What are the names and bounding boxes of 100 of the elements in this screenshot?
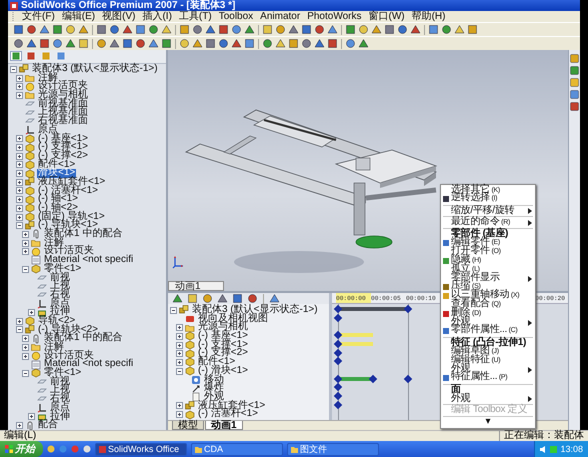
menu-item[interactable]: Toolbox (218, 11, 254, 22)
tree-item[interactable]: 右视 (49, 290, 71, 300)
menu-item[interactable]: 视图(V) (102, 11, 136, 22)
tree-item[interactable]: 视向及相机视图 (197, 314, 269, 324)
expand-toggle[interactable] (10, 66, 17, 73)
square-tool-icon[interactable] (161, 38, 172, 49)
square-tool-icon[interactable] (384, 24, 395, 35)
tree-item[interactable]: 注解 (37, 74, 59, 82)
expand-toggle[interactable] (176, 402, 183, 410)
tree-item[interactable]: 前视基准面 (37, 100, 89, 108)
expand-toggle[interactable] (16, 74, 23, 82)
triangle-tool-icon[interactable] (231, 38, 242, 49)
triangle-tool-icon[interactable] (327, 24, 338, 35)
triangle-tool-icon[interactable] (314, 38, 325, 49)
menu-item[interactable]: 文件(F) (22, 11, 55, 22)
menu-item[interactable]: 缩放/平移/旋转 (441, 206, 535, 216)
square-tool-icon[interactable] (52, 24, 63, 35)
panel-tab[interactable] (10, 51, 22, 61)
round-tool-icon[interactable] (135, 38, 146, 49)
tree-item[interactable]: 装配体3 (默认<显示状态-1>) (31, 65, 159, 74)
round-tool-icon[interactable] (275, 24, 286, 35)
round-tool-icon[interactable] (179, 38, 190, 49)
expand-toggle[interactable] (176, 368, 183, 375)
round-tool-icon[interactable] (202, 293, 213, 304)
expand-toggle[interactable] (16, 135, 23, 142)
triangle-tool-icon[interactable] (410, 24, 421, 35)
square-tool-icon[interactable] (205, 38, 216, 49)
tree-item[interactable]: 移动 (203, 376, 225, 384)
tree-item[interactable]: 拉伸 (49, 412, 71, 422)
expand-toggle[interactable] (16, 187, 23, 194)
expand-toggle[interactable] (16, 214, 23, 221)
menu-item[interactable]: Animator (260, 11, 300, 22)
expand-toggle[interactable] (16, 422, 23, 430)
menu-item[interactable]: PhotoWorks (307, 11, 362, 22)
triangle-tool-icon[interactable] (244, 24, 255, 35)
square-tool-icon[interactable] (288, 38, 299, 49)
tree-item[interactable]: 配合 (37, 421, 59, 430)
taskbar-app-button[interactable]: 图文件 (287, 442, 379, 456)
tree-item[interactable]: 爆炸 (203, 384, 225, 393)
expand-toggle[interactable] (22, 240, 29, 247)
tree-item[interactable]: 右视基准面 (37, 117, 89, 126)
triangle-tool-icon[interactable] (26, 38, 37, 49)
keyframe-marker[interactable] (334, 340, 342, 348)
triangle-tool-icon[interactable] (192, 38, 203, 49)
tree-item[interactable]: 液压缸套件<1> (197, 402, 266, 410)
round-tool-icon[interactable] (262, 38, 273, 49)
expand-toggle[interactable] (22, 344, 29, 351)
animation-dropdown[interactable]: 动画1 (168, 281, 224, 291)
menu-item[interactable]: 工具(T) (178, 11, 212, 22)
round-tool-icon[interactable] (192, 24, 203, 35)
keyframe-marker[interactable] (334, 348, 342, 357)
round-tool-icon[interactable] (345, 38, 356, 49)
expand-toggle[interactable] (176, 411, 183, 418)
square-tool-icon[interactable] (327, 38, 338, 49)
triangle-tool-icon[interactable] (275, 38, 286, 49)
square-tool-icon[interactable] (187, 293, 198, 304)
menu-item[interactable]: 编辑(E) (62, 11, 96, 22)
more-commands-button[interactable]: ▾ (478, 418, 498, 427)
square-tool-icon[interactable] (244, 38, 255, 49)
triangle-tool-icon[interactable] (269, 293, 280, 304)
expand-toggle[interactable] (22, 266, 29, 273)
keyframe-marker[interactable] (404, 305, 412, 314)
expand-toggle[interactable] (176, 342, 183, 349)
keyframe-marker[interactable] (334, 357, 342, 366)
taskbar-app-button[interactable]: CDA (191, 442, 283, 456)
triangle-tool-icon[interactable] (148, 38, 159, 49)
triangle-tool-icon[interactable] (172, 293, 183, 304)
expand-toggle[interactable] (16, 152, 23, 160)
round-tool-icon[interactable] (231, 24, 242, 35)
keyframe-marker[interactable] (334, 374, 342, 384)
tree-item[interactable]: 原点 (49, 404, 71, 413)
square-tool-icon[interactable] (13, 24, 24, 35)
expand-toggle[interactable] (28, 413, 35, 420)
round-tool-icon[interactable] (441, 24, 452, 35)
expand-toggle[interactable] (22, 352, 29, 360)
expand-toggle[interactable] (16, 326, 23, 334)
folder-icon[interactable] (570, 78, 579, 87)
round-tool-icon[interactable] (109, 24, 120, 35)
tree-item[interactable]: 拉伸 (49, 308, 71, 317)
triangle-tool-icon[interactable] (109, 38, 120, 49)
tree-item[interactable]: 前视 (49, 274, 71, 282)
triangle-tool-icon[interactable] (161, 24, 172, 35)
tree-item[interactable]: 光源与相机 (37, 91, 89, 100)
expand-toggle[interactable] (16, 83, 23, 90)
expand-toggle[interactable] (170, 306, 177, 314)
expand-toggle[interactable] (176, 350, 183, 358)
triangle-tool-icon[interactable] (217, 293, 228, 304)
square-tool-icon[interactable] (232, 293, 243, 304)
triangle-tool-icon[interactable] (288, 24, 299, 35)
expand-toggle[interactable] (22, 230, 29, 238)
round-tool-icon[interactable] (65, 24, 76, 35)
expand-toggle[interactable] (22, 370, 29, 377)
keyframe-marker[interactable] (334, 331, 342, 340)
round-tool-icon[interactable] (26, 24, 37, 35)
square-tool-icon[interactable] (135, 24, 146, 35)
round-tool-icon[interactable] (247, 293, 258, 304)
expand-toggle[interactable] (176, 332, 183, 340)
tree-item[interactable]: 配件<1> (37, 160, 76, 170)
round-tool-icon[interactable] (397, 24, 408, 35)
round-tool-icon[interactable] (301, 38, 312, 49)
